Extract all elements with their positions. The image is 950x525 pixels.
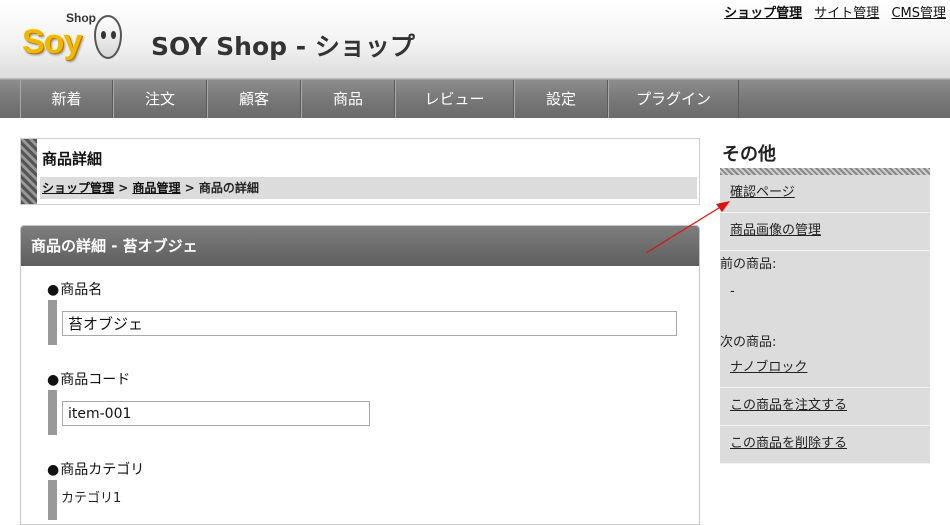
breadcrumb-current: 商品の詳細 [198, 181, 259, 195]
logo-soy-text: Soy [22, 23, 82, 61]
breadcrumb-separator: > [118, 181, 129, 195]
site-admin-link[interactable]: サイト管理 [814, 6, 879, 21]
top-links: ショップ管理 サイト管理 CMS管理 [716, 2, 946, 21]
item-name-input[interactable] [62, 311, 677, 336]
image-manage-link-text[interactable]: 商品画像の管理 [730, 223, 821, 238]
header: Shop Soy SOY Shop - ショップ ショップ管理 サイト管理 CM… [0, 0, 950, 79]
delete-item-link-text[interactable]: この商品を削除する [730, 436, 847, 451]
nav-settings[interactable]: 設定 [514, 80, 608, 118]
nav-plugins[interactable]: プラグイン [608, 80, 739, 118]
field-bar [48, 480, 57, 520]
nav-reviews[interactable]: レビュー [395, 80, 514, 118]
next-item-link[interactable]: ナノブロック [720, 350, 930, 388]
field-bar [48, 390, 57, 435]
confirm-page-link[interactable]: 確認ページ [720, 175, 930, 213]
field-bar [48, 300, 57, 345]
item-code-label: 商品コード [47, 369, 130, 389]
sidebar-title: その他 [722, 144, 776, 165]
item-detail-header: 商品の詳細 - 苔オブジェ [21, 226, 699, 266]
soyshop-logo[interactable]: Shop Soy [20, 9, 125, 67]
delete-item-link[interactable]: この商品を削除する [720, 426, 930, 464]
breadcrumb-item-admin[interactable]: 商品管理 [132, 181, 180, 195]
sidebar-stripe [720, 168, 930, 175]
item-category-value: カテゴリ1 [61, 491, 122, 506]
item-category-label: 商品カテゴリ [47, 459, 144, 479]
logo-mascot-icon [94, 15, 122, 59]
site-title: SOY Shop - ショップ [151, 32, 415, 61]
next-item-label: 次の商品: [720, 335, 777, 350]
prev-item-label: 前の商品: [720, 257, 777, 272]
shop-admin-link[interactable]: ショップ管理 [724, 6, 802, 21]
page-title: 商品詳細 [42, 150, 103, 168]
sidebar: 確認ページ 商品画像の管理 前の商品: - 次の商品: ナノブロック この商品を… [720, 175, 930, 464]
item-detail-panel: 商品の詳細 - 苔オブジェ 商品名 商品コード 商品カテゴリ カテゴリ1 [20, 225, 700, 525]
order-item-link[interactable]: この商品を注文する [720, 388, 930, 426]
confirm-page-link-text[interactable]: 確認ページ [730, 185, 795, 200]
image-manage-link[interactable]: 商品画像の管理 [720, 213, 930, 251]
nav-items[interactable]: 商品 [301, 80, 395, 118]
nav-new[interactable]: 新着 [20, 80, 113, 118]
main-nav: 新着 注文 顧客 商品 レビュー 設定 プラグイン [0, 79, 950, 118]
nav-orders[interactable]: 注文 [113, 80, 207, 118]
item-name-label: 商品名 [47, 279, 102, 299]
nav-customers[interactable]: 顧客 [207, 80, 301, 118]
prev-item-value: - [730, 284, 735, 299]
breadcrumb: ショップ管理 > 商品管理 > 商品の詳細 [40, 177, 697, 199]
breadcrumb-shop-admin[interactable]: ショップ管理 [42, 181, 114, 195]
order-item-link-text[interactable]: この商品を注文する [730, 398, 847, 413]
page-heading-panel: 商品詳細 ショップ管理 > 商品管理 > 商品の詳細 [20, 138, 700, 205]
next-item-link-text[interactable]: ナノブロック [730, 360, 807, 375]
item-code-input[interactable] [62, 401, 370, 426]
cms-admin-link[interactable]: CMS管理 [891, 6, 946, 21]
breadcrumb-separator: > [184, 181, 195, 195]
heading-stripe [21, 139, 37, 204]
